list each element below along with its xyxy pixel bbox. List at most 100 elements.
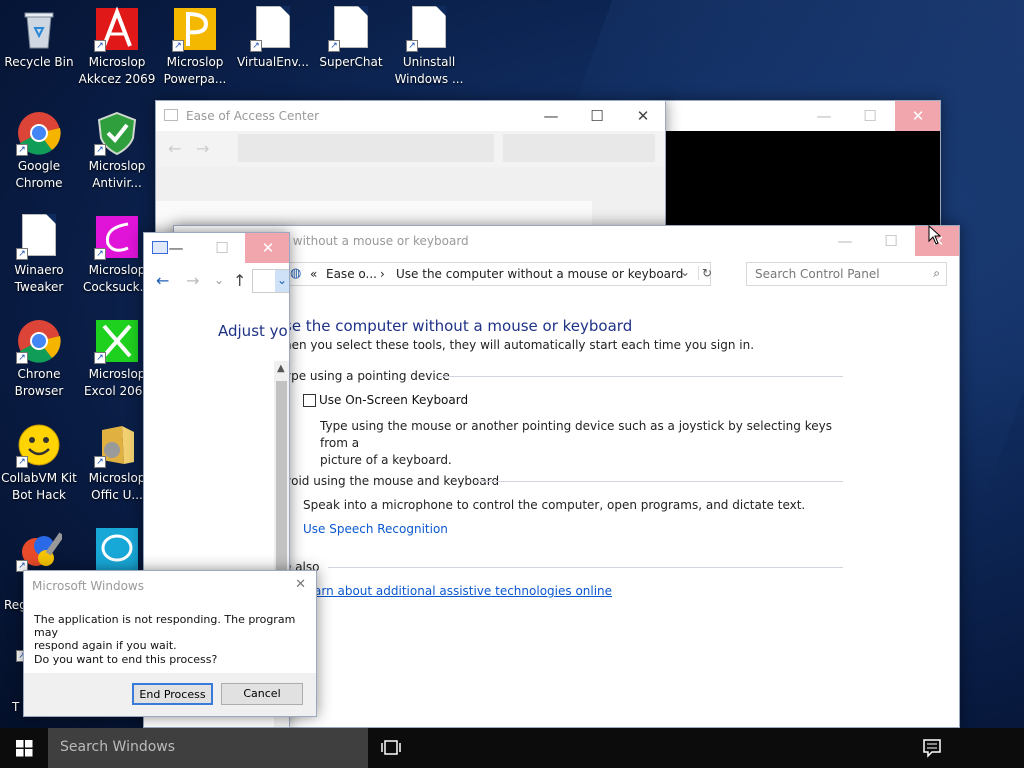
forward-arrow-icon[interactable]: → (186, 271, 199, 290)
maximize-button[interactable]: ☐ (574, 101, 620, 131)
chrome-icon: ↗ (16, 110, 62, 156)
on-screen-keyboard-checkbox[interactable] (303, 394, 316, 407)
action-center-button[interactable] (922, 738, 944, 758)
back-arrow-icon[interactable]: ← (168, 139, 181, 158)
speech-recognition-link[interactable]: Use Speech Recognition (303, 522, 448, 536)
learn-more-link[interactable]: arn about additional assistive technolog… (314, 584, 612, 598)
desktop-icon-uninstall-windows[interactable]: ↗ Uninstall Windows ... (390, 0, 468, 88)
small-window-titlebar: — ☐ ✕ (144, 233, 289, 263)
dialog-body: The application is not responding. The p… (24, 601, 316, 673)
taskbar: Search Windows (0, 728, 1024, 768)
search-control-panel-input[interactable]: Search Control Panel ⌕ (746, 262, 947, 286)
maximize-button[interactable]: ☐ (199, 233, 245, 263)
chrome-icon: ↗ (16, 318, 62, 364)
minimize-button[interactable]: — (822, 226, 868, 256)
desktop-icon-access[interactable]: ↗ Microslop Akkcez 2069 (78, 0, 156, 88)
cancel-button[interactable]: Cancel (221, 683, 303, 705)
chevron-down-icon[interactable]: ⌄ (275, 270, 289, 292)
recycle-bin-icon (16, 6, 62, 52)
control-panel-titlebar: r without a mouse or keyboard — ☐ ✕ (174, 226, 959, 256)
chevron-down-icon[interactable]: ⌄ (680, 265, 690, 279)
dialog-question: Do you want to end this process? (34, 653, 218, 666)
desktop: Recycle Bin ↗ Microslop Akkcez 2069 ↗ Mi… (0, 0, 1024, 728)
shortcut-arrow-icon: ↗ (250, 40, 262, 52)
desktop-icon-recycle-bin[interactable]: Recycle Bin (0, 0, 78, 71)
not-responding-dialog: Microsoft Windows ✕ The application is n… (23, 570, 317, 717)
end-process-button[interactable]: End Process (132, 683, 213, 705)
shortcut-arrow-icon: ↗ (94, 352, 106, 364)
shortcut-arrow-icon: ↗ (16, 352, 28, 364)
breadcrumb-current[interactable]: Use the computer without a mouse or keyb… (396, 267, 683, 281)
chevron-down-icon[interactable]: ⌄ (214, 273, 224, 287)
minimize-button[interactable]: — (166, 233, 186, 263)
shortcut-arrow-icon: ↗ (16, 248, 28, 260)
dialog-titlebar: Microsoft Windows ✕ (24, 571, 316, 601)
desktop-icon-antivirus[interactable]: ↗ Microslop Antivir... (78, 104, 156, 192)
scroll-up-icon[interactable]: ▲ (277, 363, 285, 374)
shield-icon: ↗ (94, 110, 140, 156)
close-icon[interactable]: ✕ (295, 577, 306, 592)
desktop-icon-chrone-browser[interactable]: ↗ Chrone Browser (0, 312, 78, 400)
window-title: r without a mouse or keyboard (284, 234, 469, 248)
desktop-icon-google-chrome[interactable]: ↗ Google Chrome (0, 104, 78, 192)
address-bar[interactable]: ◍ « Ease o... › Use the computer without… (287, 262, 712, 286)
shortcut-arrow-icon: ↗ (94, 144, 106, 156)
address-bar-placeholder[interactable] (238, 134, 494, 162)
pink-icon: ↗ (94, 214, 140, 260)
ease-window-title: Ease of Access Center (186, 109, 320, 123)
shortcut-arrow-icon: ↗ (16, 456, 28, 468)
page-title: se the computer without a mouse or keybo… (284, 317, 633, 335)
desktop-icon-registry[interactable]: ↗ Reg (0, 520, 78, 612)
speech-description: Speak into a microphone to control the c… (303, 498, 806, 512)
desktop-icon-superchat[interactable]: ↗ SuperChat (312, 0, 390, 71)
page-title: Adjust yo (218, 322, 288, 340)
start-button[interactable] (0, 728, 48, 768)
maximize-button[interactable]: ☐ (847, 101, 893, 131)
section-pointing-device: ype using a pointing device (284, 369, 450, 383)
window-app-icon (164, 109, 178, 121)
forward-arrow-icon[interactable]: → (196, 139, 209, 158)
close-button[interactable]: ✕ (895, 101, 940, 131)
section-divider (328, 567, 843, 568)
desktop-icon-powerpoint[interactable]: ↗ Microslop Powerpa... (156, 0, 234, 88)
up-arrow-icon[interactable]: ↑ (233, 271, 246, 290)
task-view-icon (381, 740, 401, 755)
task-view-button[interactable] (380, 738, 402, 758)
control-panel-icon: ◍ (290, 266, 302, 281)
address-bar[interactable]: ⌄ (252, 269, 289, 293)
document-icon: ↗ (328, 6, 374, 52)
document-icon: ↗ (406, 6, 452, 52)
shortcut-arrow-icon: ↗ (94, 248, 106, 260)
notification-icon (923, 739, 941, 758)
minimize-button[interactable]: — (801, 101, 847, 131)
breadcrumb-ease-of-access[interactable]: Ease o... (326, 267, 377, 281)
access-icon: ↗ (94, 6, 140, 52)
excel-icon: ↗ (94, 318, 140, 364)
shortcut-arrow-icon: ↗ (94, 456, 106, 468)
taskbar-search-box[interactable]: Search Windows (48, 728, 368, 768)
on-screen-keyboard-label[interactable]: Use On-Screen Keyboard (319, 393, 468, 407)
search-box-placeholder[interactable] (503, 134, 655, 162)
black-window: — ☐ ✕ (660, 100, 941, 230)
powerpoint-icon: ↗ (172, 6, 218, 52)
search-icon[interactable]: ⌕ (933, 266, 940, 281)
back-arrow-icon[interactable]: ← (156, 271, 169, 290)
breadcrumb-chevron-icon: › (380, 267, 385, 281)
dialog-title: Microsoft Windows (32, 579, 144, 593)
smiley-icon: ↗ (16, 422, 62, 468)
minimize-button[interactable]: — (528, 101, 574, 131)
maximize-button[interactable]: ☐ (868, 226, 914, 256)
close-button[interactable]: ✕ (620, 101, 665, 131)
black-window-titlebar: — ☐ ✕ (661, 101, 940, 131)
windows-logo-icon (16, 740, 33, 757)
refresh-icon[interactable]: ↻ (698, 266, 712, 280)
ease-window-titlebar: Ease of Access Center — ☐ ✕ (156, 101, 665, 131)
shortcut-arrow-icon: ↗ (172, 40, 184, 52)
section-divider (439, 376, 843, 377)
desktop-icon-collabvm-kit[interactable]: ↗ CollabVM Kit Bot Hack (0, 416, 78, 504)
desktop-icon-winaero-tweaker[interactable]: ↗ Winaero Tweaker (0, 208, 78, 296)
shortcut-arrow-icon: ↗ (16, 144, 28, 156)
desktop-icon-virtualenv[interactable]: ↗ VirtualEnv... (234, 0, 312, 71)
document-icon: ↗ (250, 6, 296, 52)
close-button[interactable]: ✕ (245, 233, 289, 263)
